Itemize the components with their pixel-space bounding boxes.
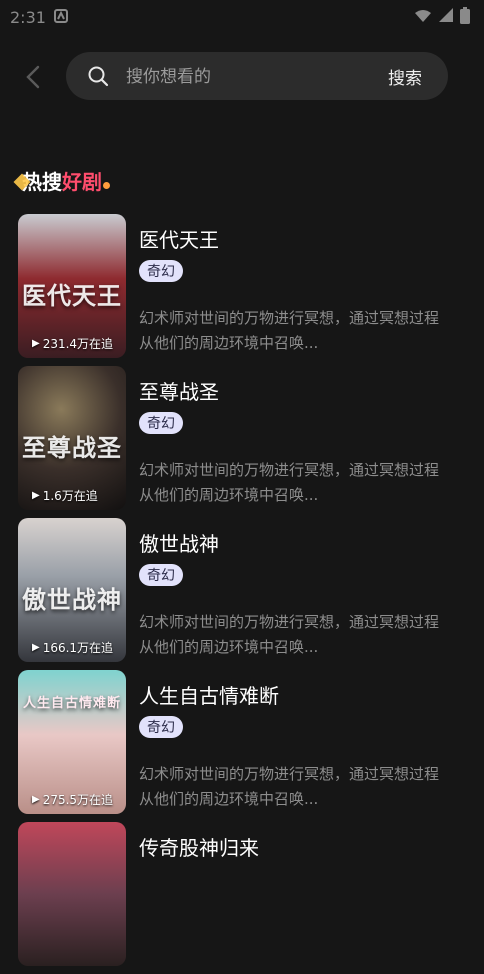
views-count: ▶ 231.4万在追 <box>32 337 114 351</box>
search-row: 搜索 <box>0 52 484 102</box>
search-box[interactable]: 搜索 <box>66 52 448 100</box>
drama-item[interactable]: 人生自古情难断 ▶ 275.5万在追 人生自古情难断 奇幻 幻术师对世间的万物进… <box>0 670 484 822</box>
search-input[interactable] <box>124 64 358 90</box>
drama-title[interactable]: 人生自古情难断 <box>139 680 279 709</box>
play-icon: ▶ <box>32 794 40 805</box>
drama-title[interactable]: 医代天王 <box>139 224 219 253</box>
drama-description: 幻术师对世间的万物进行冥想，通过冥想过程 从他们的周边环境中召唤... <box>139 613 440 656</box>
poster-title: 医代天王 <box>22 282 122 310</box>
drama-poster[interactable] <box>18 822 126 966</box>
signal-icon <box>438 7 454 27</box>
genre-tag: 奇幻 <box>139 716 183 738</box>
chevron-left-icon <box>26 65 40 89</box>
genre-tag: 奇幻 <box>139 564 183 586</box>
search-icon <box>88 66 109 87</box>
genre-tag: 奇幻 <box>139 260 183 282</box>
status-time: 2:31 <box>10 7 46 27</box>
drama-poster[interactable]: 人生自古情难断 ▶ 275.5万在追 <box>18 670 126 814</box>
drama-title[interactable]: 至尊战圣 <box>139 376 219 405</box>
battery-icon <box>460 6 470 28</box>
status-bar: 2:31 <box>0 0 484 34</box>
play-icon: ▶ <box>32 642 40 653</box>
drama-item[interactable]: 传奇股神归来 <box>0 822 484 974</box>
drama-list: 医代天王 ▶ 231.4万在追 医代天王 奇幻 幻术师对世间的万物进行冥想，通过… <box>0 214 484 974</box>
drama-poster[interactable]: 傲世战神 ▶ 166.1万在追 <box>18 518 126 662</box>
notification-icon <box>53 8 68 27</box>
section-title: 热搜 好剧 <box>13 166 110 194</box>
section-title-pink: 好剧 <box>62 169 102 194</box>
play-icon: ▶ <box>32 338 40 349</box>
play-icon: ▶ <box>32 490 40 501</box>
poster-title: 傲世战神 <box>22 586 122 614</box>
poster-title: 人生自古情难断 <box>22 696 121 711</box>
genre-tag: 奇幻 <box>139 412 183 434</box>
drama-title[interactable]: 傲世战神 <box>139 528 219 557</box>
drama-description: 幻术师对世间的万物进行冥想，通过冥想过程 从他们的周边环境中召唤... <box>139 309 440 352</box>
search-button[interactable]: 搜索 <box>388 64 422 89</box>
drama-description: 幻术师对世间的万物进行冥想，通过冥想过程 从他们的周边环境中召唤... <box>139 461 440 504</box>
drama-item[interactable]: 医代天王 ▶ 231.4万在追 医代天王 奇幻 幻术师对世间的万物进行冥想，通过… <box>0 214 484 366</box>
views-count: ▶ 1.6万在追 <box>32 489 98 503</box>
views-count: ▶ 166.1万在追 <box>32 641 114 655</box>
drama-title[interactable]: 传奇股神归来 <box>139 832 259 861</box>
drama-poster[interactable]: 医代天王 ▶ 231.4万在追 <box>18 214 126 358</box>
poster-title: 至尊战圣 <box>22 434 122 462</box>
drama-item[interactable]: 至尊战圣 ▶ 1.6万在追 至尊战圣 奇幻 幻术师对世间的万物进行冥想，通过冥想… <box>0 366 484 518</box>
drama-description: 幻术师对世间的万物进行冥想，通过冥想过程 从他们的周边环境中召唤... <box>139 765 440 808</box>
back-button[interactable] <box>22 64 46 90</box>
views-count: ▶ 275.5万在追 <box>32 793 114 807</box>
drama-item[interactable]: 傲世战神 ▶ 166.1万在追 傲世战神 奇幻 幻术师对世间的万物进行冥想，通过… <box>0 518 484 670</box>
title-dot-icon <box>103 182 110 189</box>
wifi-icon <box>414 8 432 27</box>
drama-poster[interactable]: 至尊战圣 ▶ 1.6万在追 <box>18 366 126 510</box>
